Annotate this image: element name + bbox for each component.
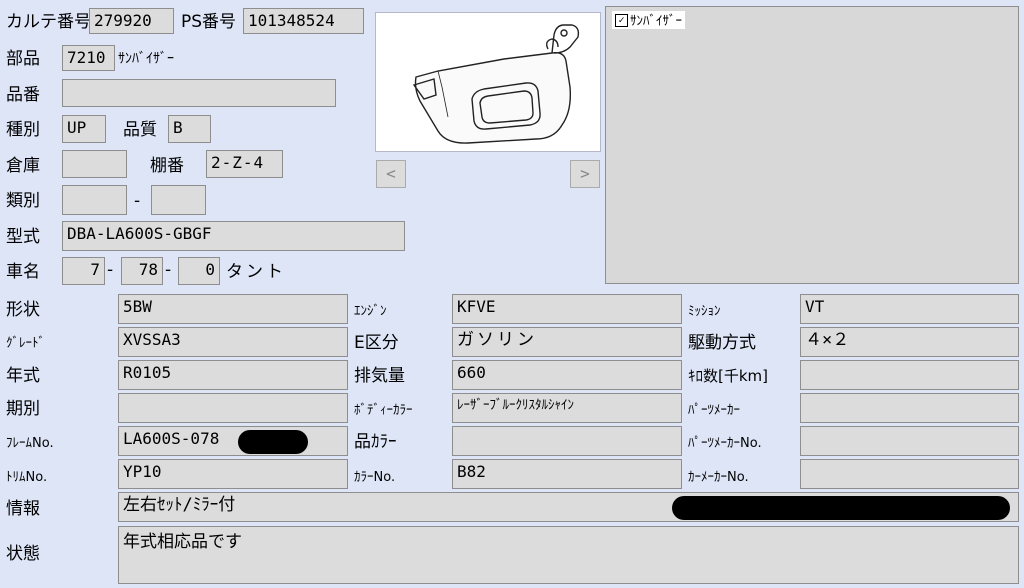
ps-number-label: PS番号 (181, 12, 237, 32)
hinshitsu-label: 品質 (123, 120, 157, 140)
frame-label: ﾌﾚｰﾑNo. (6, 436, 54, 451)
shamei-label: 車名 (6, 262, 40, 282)
trim-field[interactable]: YP10 (118, 459, 348, 489)
sun-visor-drawing (412, 24, 580, 144)
parts-checklist-panel: ✓ ｻﾝﾊﾞｲｻﾞｰ (605, 6, 1019, 284)
keijou-field[interactable]: 5BW (118, 294, 348, 324)
part-image (375, 12, 601, 152)
souko-field[interactable] (62, 150, 127, 178)
part-code-field[interactable]: 7210 (62, 45, 115, 71)
mission-label: ﾐｯｼｮﾝ (688, 304, 721, 319)
shamei-field-1[interactable]: 7 (62, 257, 105, 285)
colorno-field[interactable]: B82 (452, 459, 682, 489)
katashiki-field[interactable]: DBA-LA600S-GBGF (62, 221, 405, 251)
hinshitsu-field[interactable]: B (168, 115, 211, 143)
redaction-mark (238, 430, 308, 454)
part-name-text: ｻﾝﾊﾞｲｻﾞｰ (118, 51, 174, 67)
haikiryou-label: 排気量 (354, 366, 405, 386)
kudou-label: 駆動方式 (688, 333, 756, 353)
bodycolor-label: ﾎﾞﾃﾞｨｰｶﾗｰ (354, 403, 413, 418)
joutai-field[interactable]: 年式相応品です (118, 526, 1019, 584)
nenshiki-field[interactable]: R0105 (118, 360, 348, 390)
grade-label: ｸﾞﾚｰﾄﾞ (6, 336, 45, 351)
keijou-label: 形状 (6, 300, 40, 320)
grade-field[interactable]: XVSSA3 (118, 327, 348, 357)
ruibetsu-separator: - (134, 191, 141, 211)
shamei-separator-1: - (107, 260, 114, 280)
shubetsu-label: 種別 (6, 120, 40, 140)
partsmaker-label: ﾊﾟｰﾂﾒｰｶｰ (688, 403, 740, 418)
mission-field[interactable]: VT (800, 294, 1019, 324)
checkbox-icon[interactable]: ✓ (615, 14, 628, 27)
karte-number-label: カルテ番号 (6, 12, 91, 32)
tanaban-label: 棚番 (150, 156, 184, 176)
ruibetsu-label: 類別 (6, 191, 40, 211)
kibetsu-label: 期別 (6, 399, 40, 419)
ekubun-label: E区分 (354, 333, 399, 353)
partsmakerno-label: ﾊﾟｰﾂﾒｰｶｰNo. (688, 436, 762, 451)
car-name-text: タント (226, 262, 286, 282)
frame-field[interactable]: LA600S-078 (118, 426, 348, 456)
part-label: 部品 (6, 49, 40, 69)
hincolor-label: 品ｶﾗｰ (354, 432, 397, 452)
ekubun-field[interactable]: ガソリン (452, 327, 682, 357)
kilo-field[interactable] (800, 360, 1019, 390)
prev-image-button[interactable]: < (376, 160, 406, 188)
shamei-field-2[interactable]: 78 (121, 257, 163, 285)
shamei-field-3[interactable]: 0 (178, 257, 220, 285)
carmakerno-field[interactable] (800, 459, 1019, 489)
next-image-button[interactable]: > (570, 160, 600, 188)
kibetsu-field[interactable] (118, 393, 348, 423)
partsmaker-field[interactable] (800, 393, 1019, 423)
kudou-field[interactable]: ４×２ (800, 327, 1019, 357)
ruibetsu-field-2[interactable] (151, 185, 206, 215)
haikiryou-field[interactable]: 660 (452, 360, 682, 390)
engine-field[interactable]: KFVE (452, 294, 682, 324)
trim-label: ﾄﾘﾑNo. (6, 470, 48, 485)
hinban-label: 品番 (6, 85, 40, 105)
jouhou-label: 情報 (6, 499, 40, 519)
katashiki-label: 型式 (6, 227, 40, 247)
carmakerno-label: ｶｰﾒｰｶｰNo. (688, 470, 749, 485)
partsmakerno-field[interactable] (800, 426, 1019, 456)
checklist-item-label: ｻﾝﾊﾞｲｻﾞｰ (630, 14, 682, 29)
ps-number-field[interactable]: 101348524 (243, 8, 364, 34)
shamei-separator-2: - (165, 260, 172, 280)
ruibetsu-field-1[interactable] (62, 185, 127, 215)
kilo-label: ｷﾛ数[千km] (688, 367, 769, 385)
souko-label: 倉庫 (6, 156, 40, 176)
checklist-item-sun-visor[interactable]: ✓ ｻﾝﾊﾞｲｻﾞｰ (612, 11, 685, 29)
redaction-mark (672, 496, 1010, 520)
bodycolor-field[interactable]: ﾚｰｻﾞｰﾌﾞﾙｰｸﾘｽﾀﾙｼｬｲﾝ (452, 393, 682, 423)
nenshiki-label: 年式 (6, 366, 40, 386)
karte-number-field[interactable]: 279920 (89, 8, 174, 34)
joutai-label: 状態 (6, 544, 40, 564)
tanaban-field[interactable]: 2-Z-4 (206, 150, 283, 178)
colorno-label: ｶﾗｰNo. (354, 470, 396, 485)
engine-label: ｴﾝｼﾞﾝ (354, 304, 387, 319)
hincolor-field[interactable] (452, 426, 682, 456)
shubetsu-field[interactable]: UP (62, 115, 106, 143)
hinban-field[interactable] (62, 79, 336, 107)
